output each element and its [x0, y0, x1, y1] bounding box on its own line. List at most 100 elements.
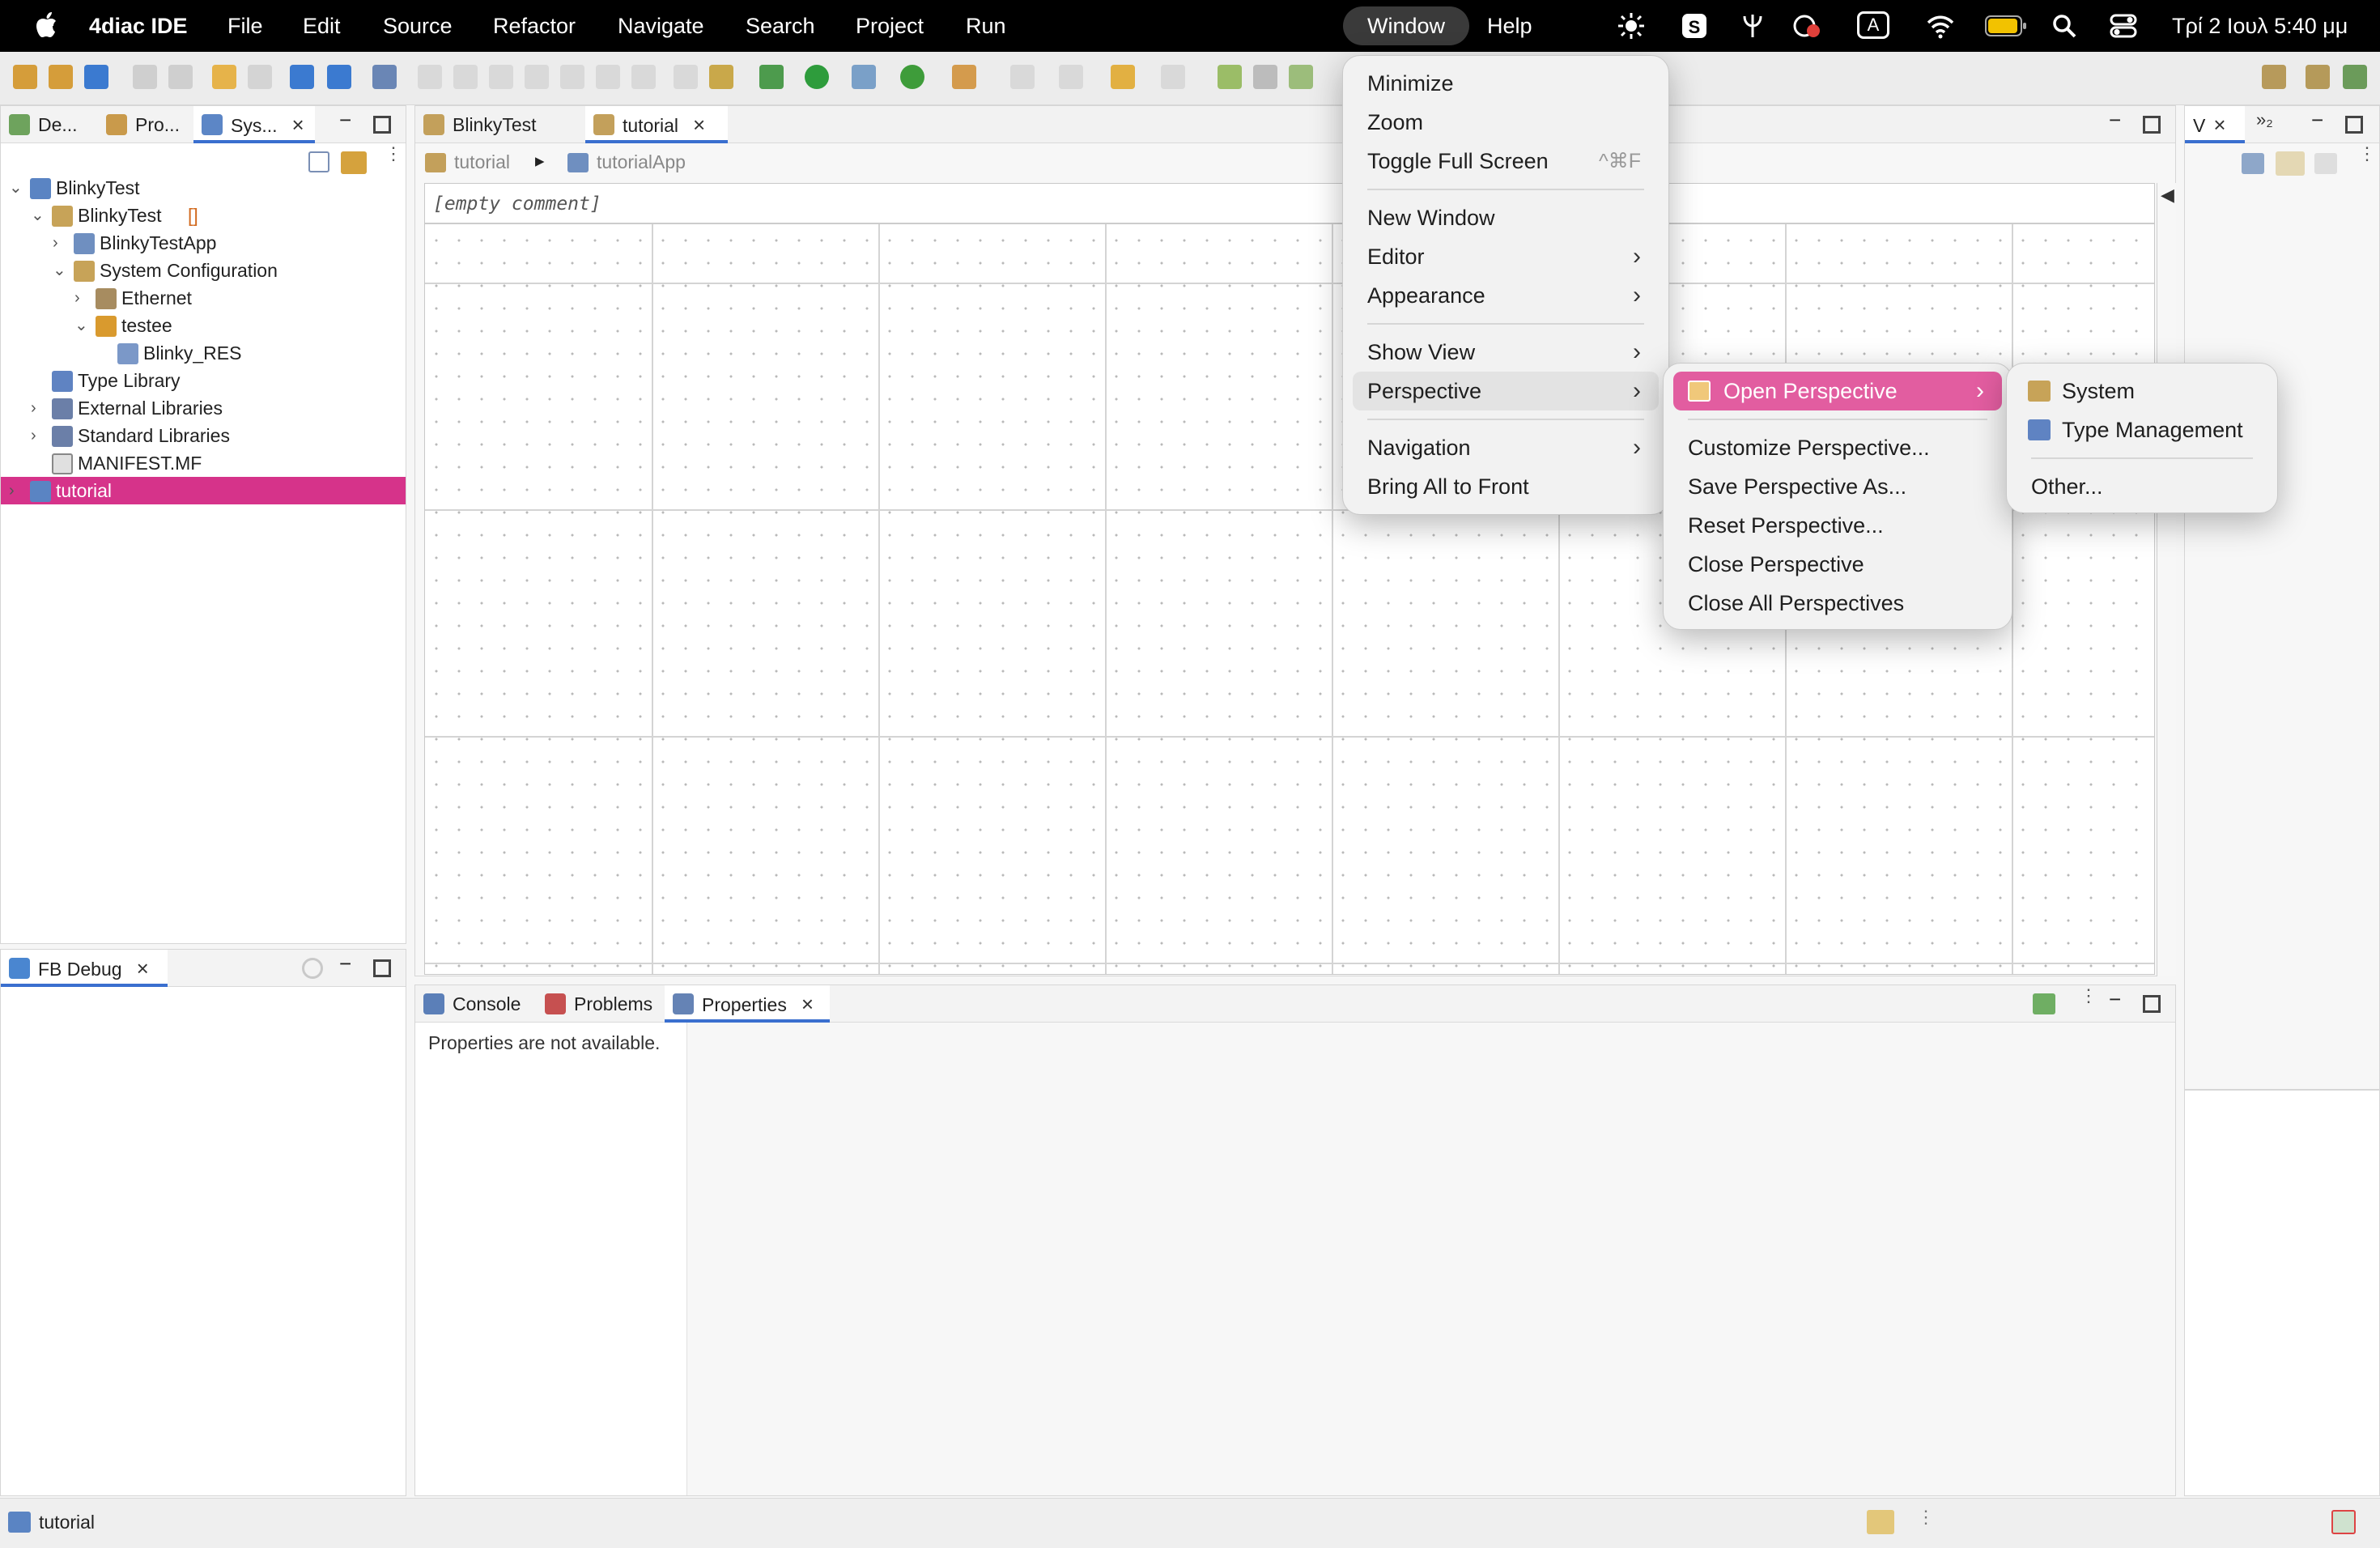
collapse-icon[interactable]: [2242, 153, 2264, 174]
tree-item[interactable]: › BlinkyTestApp: [1, 229, 406, 257]
menu-item-minimize[interactable]: Minimize: [1353, 64, 1659, 103]
show-type-names-icon[interactable]: [2276, 151, 2305, 176]
problem-status-icon[interactable]: [2331, 1510, 2356, 1534]
pause-disabled-icon[interactable]: [453, 65, 478, 89]
debug-run-icon[interactable]: [759, 65, 784, 89]
menu-item-navigation[interactable]: Navigation ›: [1353, 428, 1659, 467]
menu-item-type-management-perspective[interactable]: Type Management: [2017, 410, 2267, 449]
link-with-editor-icon[interactable]: [341, 151, 367, 174]
task-icon[interactable]: [1289, 65, 1313, 89]
skype-status-icon[interactable]: S: [1679, 11, 1710, 40]
tree-item[interactable]: ⌄ BlinkyTest: [1, 174, 406, 202]
breadcrumb-item[interactable]: tutorial: [454, 151, 510, 173]
chevron-right-icon[interactable]: ›: [31, 394, 45, 422]
close-icon[interactable]: ×: [292, 106, 304, 143]
maximize-panel-icon[interactable]: [2345, 116, 2363, 134]
menu-search[interactable]: Search: [746, 0, 815, 52]
view-menu-icon[interactable]: ⋮: [385, 145, 402, 176]
wifi-icon[interactable]: [1925, 11, 1956, 40]
tools-icon[interactable]: [709, 65, 733, 89]
save-all-icon[interactable]: [168, 65, 193, 89]
tab-problems[interactable]: Problems: [537, 985, 665, 1023]
tab-properties[interactable]: Properties ×: [665, 985, 830, 1023]
chevron-down-icon[interactable]: ⌄: [9, 174, 23, 202]
step-into-disabled-icon[interactable]: [560, 65, 584, 89]
tree-item[interactable]: › tutorial: [1, 477, 406, 504]
collapse-all-icon[interactable]: [308, 151, 329, 172]
menu-edit[interactable]: Edit: [303, 0, 341, 52]
undo-icon[interactable]: [212, 65, 236, 89]
menu-item-reset-perspective[interactable]: Reset Perspective...: [1673, 506, 2002, 545]
palette-toggle-icon[interactable]: ◀: [2161, 185, 2174, 206]
minimize-editor-icon[interactable]: −: [2109, 108, 2127, 132]
tree-item[interactable]: › Standard Libraries: [1, 422, 406, 449]
menu-source[interactable]: Source: [383, 0, 453, 52]
start-disabled-icon[interactable]: [418, 65, 442, 89]
menu-help[interactable]: Help: [1487, 0, 1532, 52]
tab-variables[interactable]: V ×: [2185, 106, 2245, 143]
chevron-down-icon[interactable]: ⌄: [53, 257, 67, 284]
chevron-down-icon[interactable]: ⌄: [31, 202, 45, 229]
tab-blinkytest[interactable]: BlinkyTest: [415, 106, 574, 143]
deploy-icon[interactable]: [290, 65, 314, 89]
minimize-panel-icon[interactable]: −: [339, 951, 357, 976]
view-menu-icon[interactable]: ⋮: [2080, 987, 2097, 1005]
view-menu-icon[interactable]: ⋮: [2358, 145, 2376, 163]
chevron-right-icon[interactable]: ›: [74, 284, 89, 312]
tree-item[interactable]: Type Library: [1, 367, 406, 394]
select-all-icon[interactable]: [2314, 153, 2337, 174]
tree-item[interactable]: › Ethernet: [1, 284, 406, 312]
chevron-down-icon[interactable]: ⌄: [74, 312, 89, 339]
fork-status-icon[interactable]: [1737, 11, 1768, 40]
menu-item-perspective[interactable]: Perspective ›: [1353, 372, 1659, 410]
stop-disabled-icon[interactable]: [489, 65, 513, 89]
app-menu[interactable]: 4diac IDE: [89, 0, 188, 52]
menu-item-save-perspective-as[interactable]: Save Perspective As...: [1673, 467, 2002, 506]
tab-system-explorer[interactable]: Sys... ×: [193, 106, 315, 143]
brightness-status-icon[interactable]: [1616, 11, 1647, 40]
maximize-editor-icon[interactable]: [2143, 116, 2161, 134]
chevron-right-icon[interactable]: ›: [53, 229, 67, 257]
spotlight-search-icon[interactable]: [2050, 11, 2080, 40]
back-icon[interactable]: [1111, 65, 1135, 89]
use-step-filters-icon[interactable]: [674, 65, 698, 89]
tree-item[interactable]: ⌄ testee: [1, 312, 406, 339]
menu-item-other-perspective[interactable]: Other...: [2017, 467, 2267, 506]
refresh-icon[interactable]: [302, 958, 323, 979]
open-perspective-icon[interactable]: [2262, 65, 2286, 89]
minimize-panel-icon[interactable]: −: [2109, 987, 2127, 1011]
menu-file[interactable]: File: [227, 0, 263, 52]
save-icon[interactable]: [133, 65, 157, 89]
menu-run[interactable]: Run: [966, 0, 1006, 52]
menu-item-close-all-perspectives[interactable]: Close All Perspectives: [1673, 584, 2002, 623]
coverage-icon[interactable]: [852, 65, 876, 89]
apple-logo-icon[interactable]: [34, 10, 58, 40]
outline-icon[interactable]: [1253, 65, 1277, 89]
chevron-right-icon[interactable]: ›: [31, 422, 45, 449]
menu-project[interactable]: Project: [856, 0, 924, 52]
minimize-panel-icon[interactable]: −: [2311, 108, 2329, 132]
new-system-icon[interactable]: [13, 65, 37, 89]
close-icon[interactable]: ×: [2213, 106, 2225, 143]
menu-item-appearance[interactable]: Appearance ›: [1353, 276, 1659, 315]
step-return-disabled-icon[interactable]: [631, 65, 656, 89]
tree-item[interactable]: ⌄ BlinkyTest []: [1, 202, 406, 229]
cloud-status-icon[interactable]: [1791, 11, 1821, 40]
deployment-console-icon[interactable]: [1867, 1510, 1894, 1534]
menu-item-zoom[interactable]: Zoom: [1353, 103, 1659, 142]
input-source-indicator[interactable]: A: [1857, 11, 1889, 39]
external-tools-icon[interactable]: [900, 65, 924, 89]
menu-refactor[interactable]: Refactor: [493, 0, 576, 52]
disconnect-disabled-icon[interactable]: [525, 65, 549, 89]
tab-fb-debug[interactable]: FB Debug ×: [1, 950, 168, 987]
tab-debug[interactable]: De...: [1, 106, 95, 143]
tab-project-explorer[interactable]: Pro...: [98, 106, 192, 143]
menu-item-system-perspective[interactable]: System: [2017, 372, 2267, 410]
tree-item[interactable]: MANIFEST.MF: [1, 449, 406, 477]
comment-box[interactable]: [empty comment]: [425, 184, 2154, 224]
breadcrumb-item[interactable]: tutorialApp: [597, 151, 686, 173]
menu-item-open-perspective[interactable]: Open Perspective ›: [1673, 372, 2002, 410]
pin-view-icon[interactable]: [2033, 993, 2055, 1014]
new-application-icon[interactable]: [49, 65, 73, 89]
redo-icon[interactable]: [248, 65, 272, 89]
